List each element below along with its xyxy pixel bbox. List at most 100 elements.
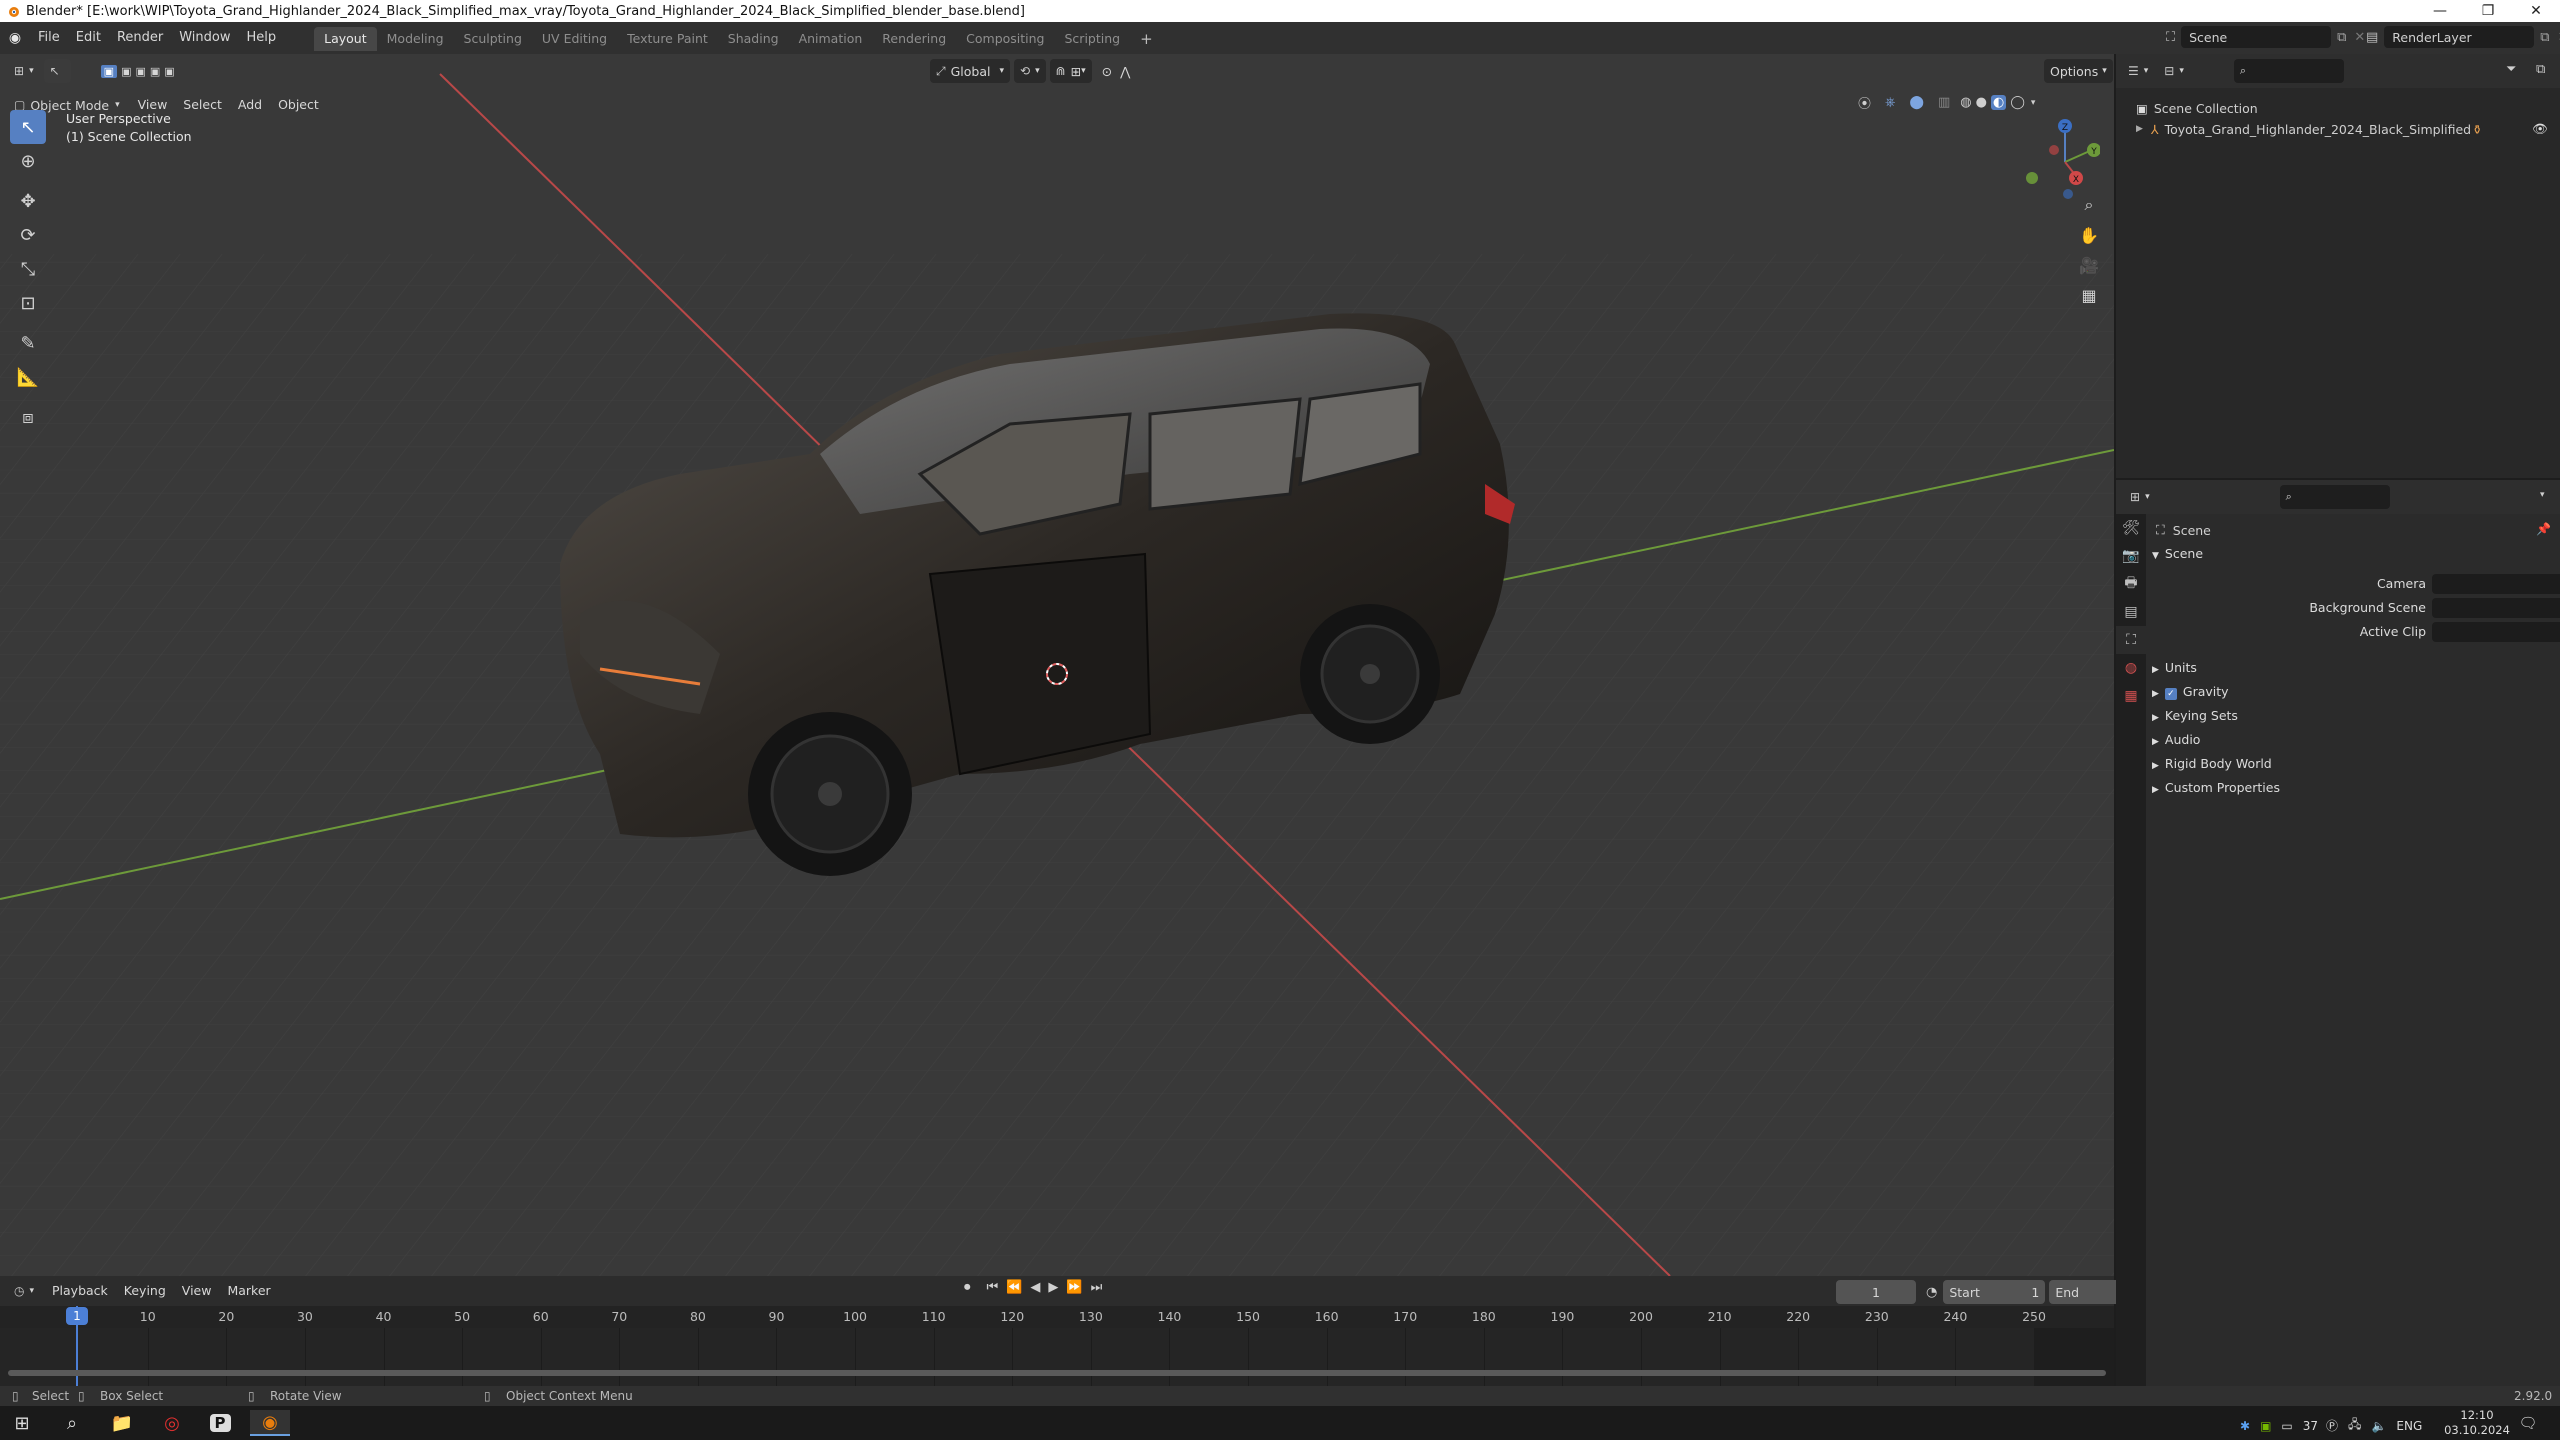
overlay-toggle-icon[interactable]: ⬤ <box>1909 95 1924 110</box>
pan-view-button[interactable]: ✋ <box>2074 220 2104 250</box>
timeline-editor-type-button[interactable]: ◷ ▾ <box>8 1279 40 1303</box>
outliner-scene-collection[interactable]: ▣ Scene Collection <box>2136 98 2258 118</box>
menu-edit[interactable]: Edit <box>68 22 109 54</box>
current-frame-field[interactable]: 1 <box>1836 1280 1916 1304</box>
select-extend-icon[interactable]: ▣ <box>121 65 131 78</box>
zoom-view-button[interactable]: ⌕ <box>2074 190 2104 220</box>
opera-browser-icon[interactable]: ◎ <box>152 1410 192 1436</box>
tray-p-icon[interactable]: Ⓟ <box>2326 1417 2338 1434</box>
tab-uv-editing[interactable]: UV Editing <box>532 27 617 51</box>
gravity-checkbox[interactable]: ✓ <box>2164 688 2177 700</box>
snap-toggle[interactable]: ⋒ ⊞ ▾ <box>1049 59 1092 83</box>
add-workspace-button[interactable]: + <box>1130 27 1163 51</box>
timeline-menu-marker[interactable]: Marker <box>219 1279 278 1303</box>
rendered-shading-icon[interactable]: ◯ <box>2010 95 2025 110</box>
tab-texture[interactable]: ▦ <box>2116 682 2146 710</box>
transform-orientation-dropdown[interactable]: ⤢ Global ▾ <box>930 59 1010 83</box>
tool-add-cube[interactable]: ⧈ <box>10 400 46 434</box>
solid-shading-icon[interactable]: ● <box>1976 95 1987 110</box>
timeline-scrollbar[interactable] <box>8 1370 2106 1376</box>
timeline-menu-view[interactable]: View <box>174 1279 220 1303</box>
viewport-scene[interactable] <box>0 54 2114 1276</box>
xray-toggle-icon[interactable]: ▥ <box>1938 95 1950 110</box>
select-tool-button[interactable]: ↖ <box>43 59 71 83</box>
material-preview-icon[interactable]: ◐ <box>1990 95 2007 110</box>
viewport-menu-add[interactable]: Add <box>230 93 270 117</box>
timeline-ruler[interactable]: 10 20 30 40 50 60 70 80 90 100 110 120 130 140 150 160 1… <box>0 1306 2114 1328</box>
restore-icon[interactable]: ❐ <box>2464 0 2512 22</box>
tab-view-layer[interactable]: ▤ <box>2116 598 2146 626</box>
units-panel-header[interactable]: ▶ Units <box>2152 656 2197 680</box>
prev-keyframe-icon[interactable]: ⏪ <box>1006 1280 1022 1295</box>
gizmo-neg-z-axis[interactable] <box>2063 189 2073 199</box>
background-scene-field[interactable] <box>2432 598 2560 618</box>
keying-sets-panel-header[interactable]: ▶ Keying Sets <box>2152 704 2238 728</box>
pin-icon[interactable]: 📌 <box>2536 522 2551 536</box>
close-icon[interactable]: ✕ <box>2512 0 2560 22</box>
shading-options-icon[interactable]: ▾ <box>2031 98 2036 108</box>
taskbar-search-icon[interactable]: ⌕ <box>52 1410 92 1436</box>
select-mode-buttons[interactable]: ▣ ▣ ▣ ▣ ▣ <box>95 59 181 83</box>
taskbar-clock[interactable]: 12:10 03.10.2024 <box>2440 1408 2514 1438</box>
timeline-menu-playback[interactable]: Playback <box>44 1279 116 1303</box>
play-reverse-icon[interactable]: ◀ <box>1030 1280 1040 1295</box>
blender-menu-icon[interactable]: ◉ <box>0 30 30 46</box>
eye-visibility-icon[interactable]: 👁 <box>2532 121 2548 137</box>
tab-tool[interactable]: 🛠 <box>2116 514 2146 542</box>
tab-scripting[interactable]: Scripting <box>1055 27 1131 51</box>
expand-arrow-icon[interactable]: ▶ <box>2136 124 2143 134</box>
minimize-icon[interactable]: — <box>2416 0 2464 22</box>
tool-annotate[interactable]: ✎ <box>10 326 46 360</box>
tool-transform[interactable]: ⊡ <box>10 286 46 320</box>
nvidia-icon[interactable]: ▣ <box>2260 1419 2271 1433</box>
outliner-row-car[interactable]: ▶ ⅄ Toyota_Grand_Highlander_2024_Black_S… <box>2136 118 2560 140</box>
tab-sculpting[interactable]: Sculpting <box>454 27 532 51</box>
tab-layout[interactable]: Layout <box>314 27 377 51</box>
outliner-editor-type-button[interactable]: ☰ ▾ <box>2122 59 2154 83</box>
render-layer-selector[interactable]: RenderLayer <box>2384 26 2535 48</box>
jump-start-icon[interactable]: ⏮ <box>987 1280 999 1295</box>
audio-panel-header[interactable]: ▶ Audio <box>2152 728 2200 752</box>
tab-output[interactable]: 🖶 <box>2116 570 2146 598</box>
auto-keying-icon[interactable]: ⏺ <box>964 1280 971 1295</box>
chevron-down-icon[interactable]: ▾ <box>2540 490 2545 500</box>
blender-taskbar-icon[interactable]: ◉ <box>250 1410 290 1436</box>
network-icon[interactable]: 🖧 <box>2348 1415 2361 1436</box>
select-new-icon[interactable]: ▣ <box>100 64 118 78</box>
notifications-icon[interactable]: 🗨 <box>2508 1410 2548 1436</box>
tool-move[interactable]: ✥ <box>10 184 46 218</box>
jump-end-icon[interactable]: ⏭ <box>1091 1280 1103 1295</box>
tool-scale[interactable]: ⤡ <box>10 252 46 286</box>
camera-field[interactable] <box>2432 574 2560 594</box>
gizmo-neg-y-axis[interactable] <box>2026 172 2038 184</box>
object-type-visibility-icon[interactable]: ⦿ <box>1858 93 1871 112</box>
ortho-toggle-button[interactable]: ▦ <box>2074 280 2104 310</box>
display-mode-button[interactable]: ⊟ ▾ <box>2158 59 2190 83</box>
tool-cursor[interactable]: ⊕ <box>10 144 46 178</box>
menu-render[interactable]: Render <box>109 22 171 54</box>
select-invert-icon[interactable]: ▣ <box>150 65 160 78</box>
bluetooth-icon[interactable]: ✱ <box>2240 1419 2250 1433</box>
gizmo-neg-x-axis[interactable] <box>2049 145 2059 155</box>
tab-render[interactable]: 📷 <box>2116 542 2146 570</box>
select-intersect-icon[interactable]: ▣ <box>164 65 174 78</box>
properties-search-input[interactable]: ⌕ <box>2279 485 2390 509</box>
new-scene-icon[interactable]: ⧉ <box>2337 30 2346 45</box>
editor-type-button[interactable]: ⊞ ▾ <box>8 59 40 83</box>
active-clip-field[interactable] <box>2432 622 2560 642</box>
tab-rendering[interactable]: Rendering <box>872 27 956 51</box>
gravity-panel-header[interactable]: ▶ ✓ Gravity <box>2152 680 2229 704</box>
volume-icon[interactable]: 🔈 <box>2371 1419 2386 1433</box>
tab-shading[interactable]: Shading <box>718 27 789 51</box>
tab-scene[interactable]: ⛶ <box>2116 626 2146 654</box>
scene-panel-header[interactable]: ▼ Scene <box>2152 542 2203 566</box>
timeline-editor[interactable]: ◷ ▾ Playback Keying View Marker ⏺ ⏮ ⏪ ◀ ▶… <box>0 1276 2152 1386</box>
start-menu-icon[interactable]: ⊞ <box>2 1410 42 1436</box>
menu-help[interactable]: Help <box>239 22 285 54</box>
filter-icon[interactable]: ⏷ <box>2506 62 2516 77</box>
app-p-icon[interactable]: P <box>200 1410 240 1436</box>
delete-scene-icon[interactable]: ✕ <box>2354 30 2365 45</box>
next-keyframe-icon[interactable]: ⏩ <box>1066 1280 1082 1295</box>
language-indicator[interactable]: ENG <box>2396 1419 2422 1433</box>
proportional-edit-toggle[interactable]: ⊙ ⋀ <box>1096 59 1137 83</box>
